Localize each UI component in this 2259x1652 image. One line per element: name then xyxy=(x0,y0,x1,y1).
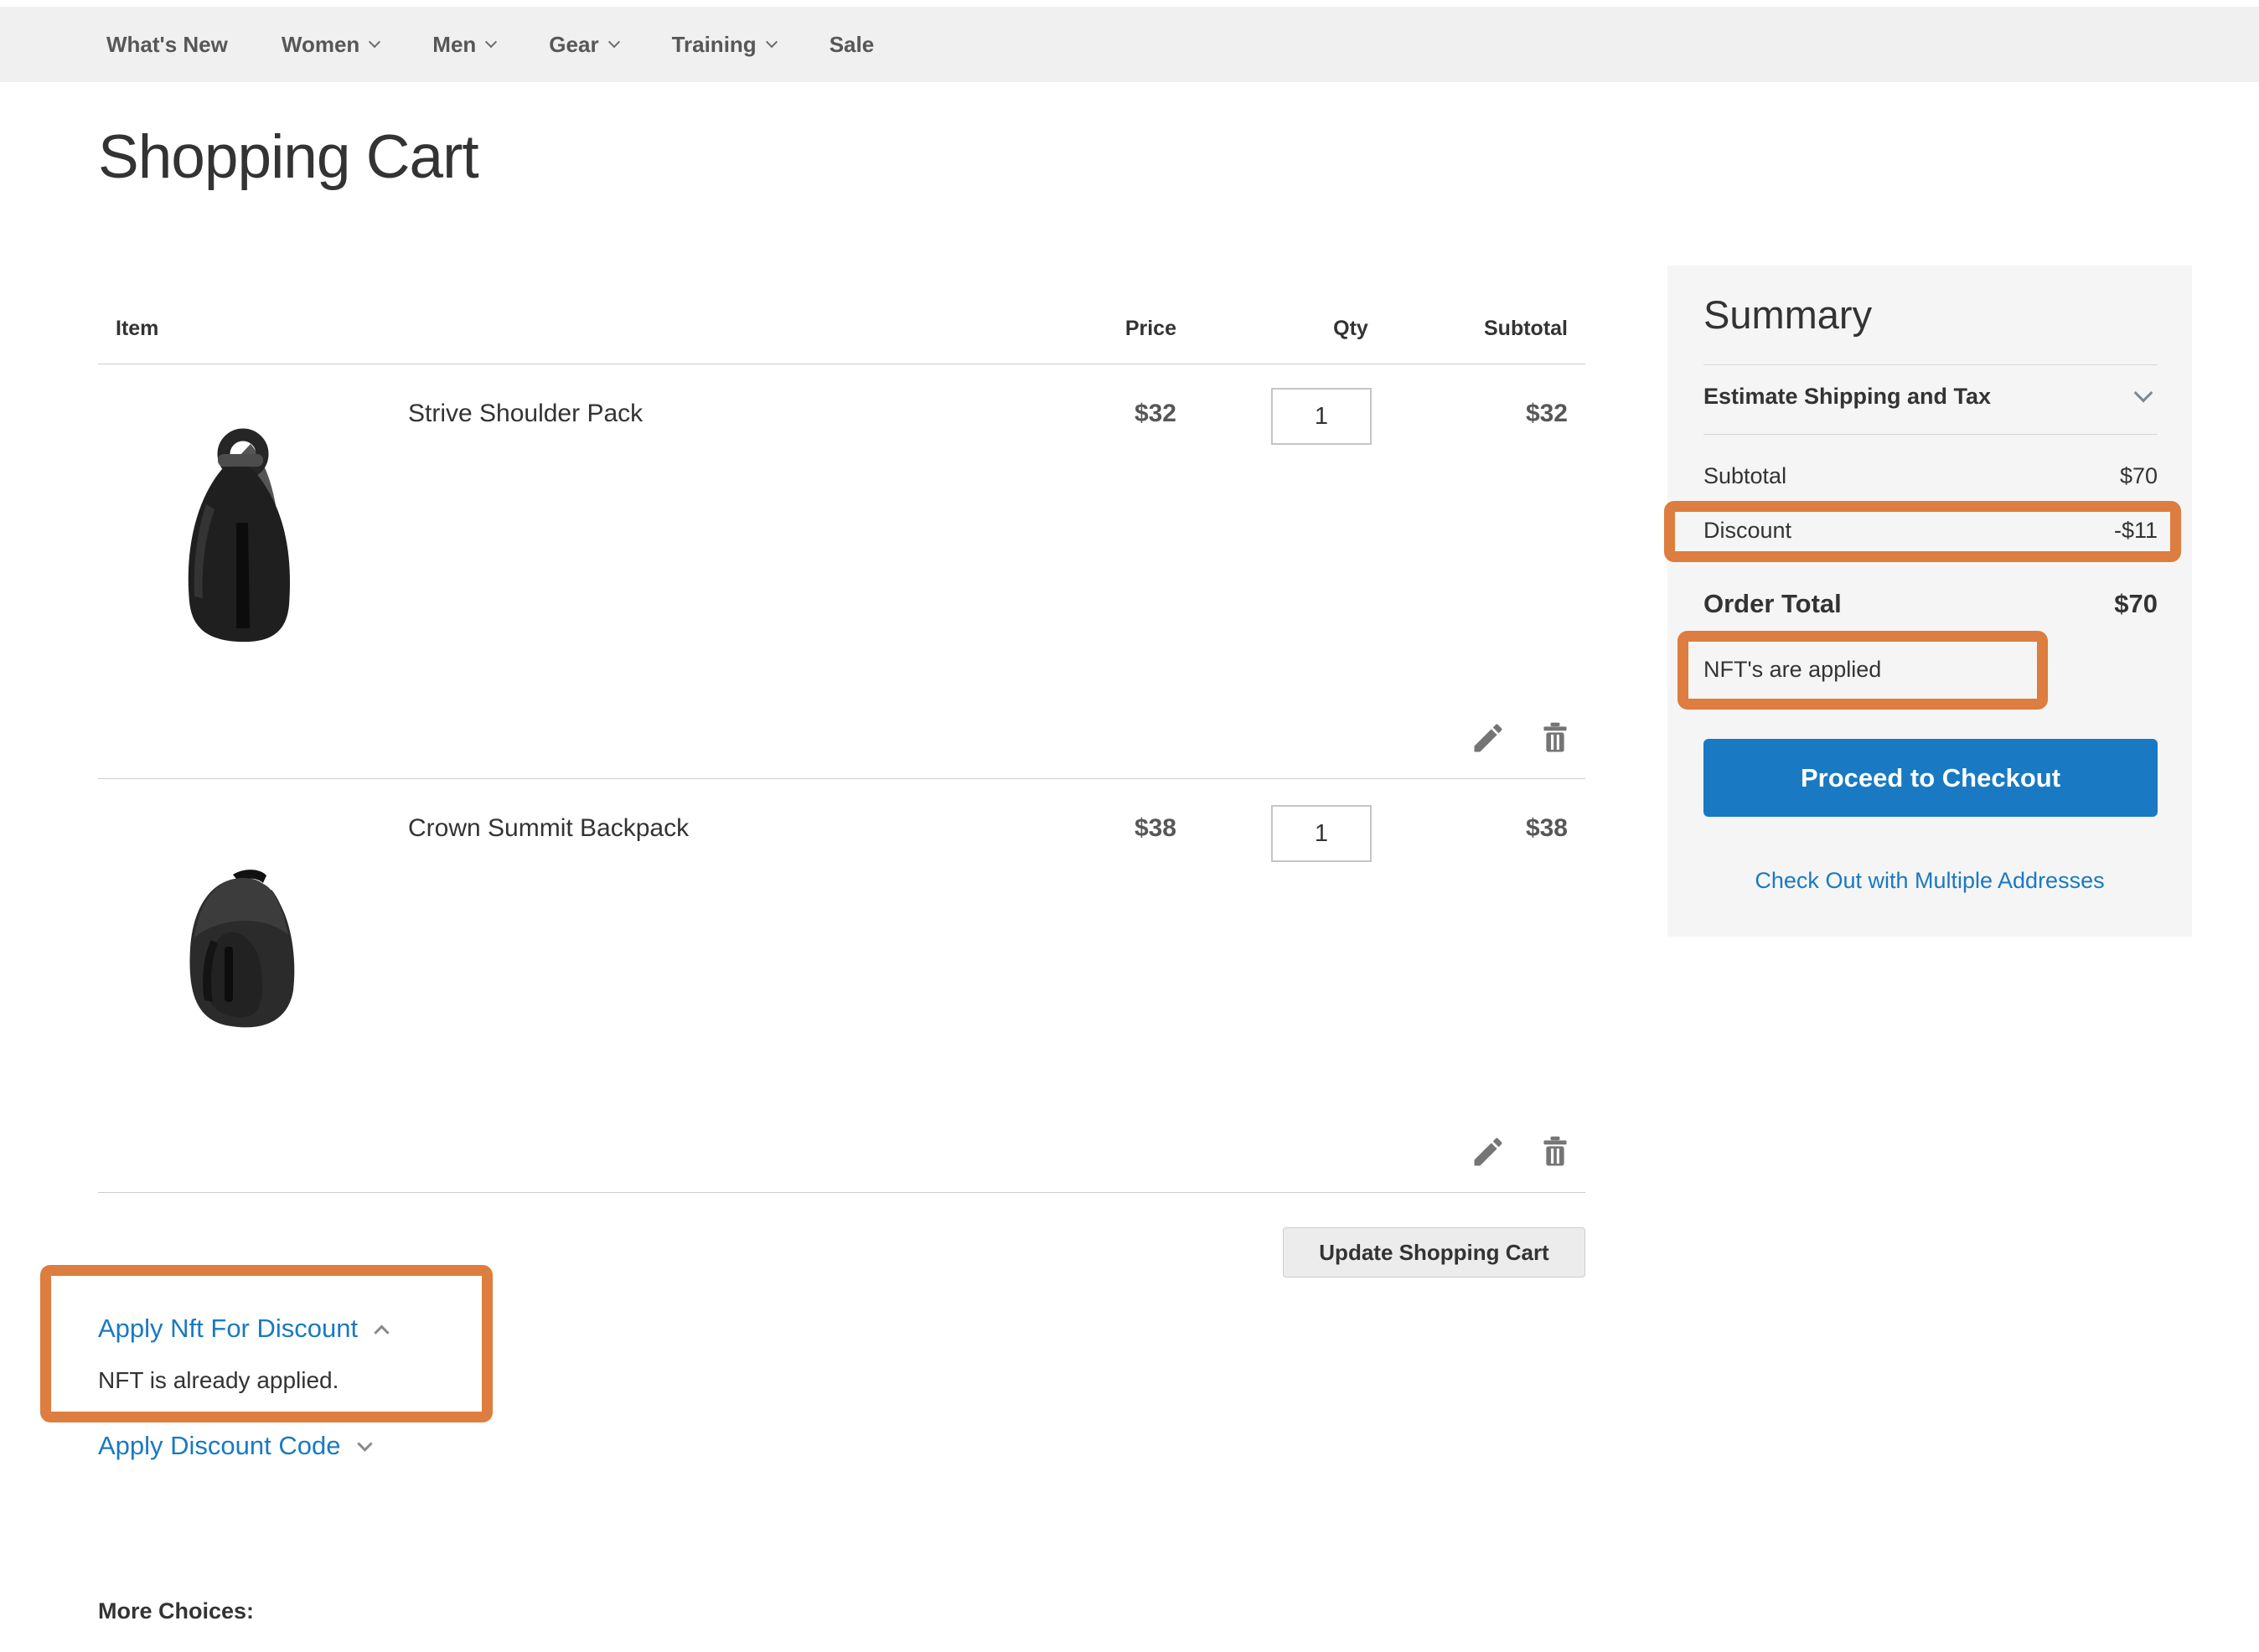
pencil-icon[interactable] xyxy=(1470,1133,1507,1170)
estimate-label: Estimate Shipping and Tax xyxy=(1703,384,1991,409)
apply-discount-label: Apply Discount Code xyxy=(98,1431,341,1461)
update-shopping-cart-button[interactable]: Update Shopping Cart xyxy=(1283,1227,1585,1278)
divider xyxy=(1703,364,2158,365)
discount-value: -$11 xyxy=(2114,518,2158,544)
nav-item-whats-new[interactable]: What's New xyxy=(106,32,228,58)
apply-discount-code-link[interactable]: Apply Discount Code xyxy=(98,1431,370,1461)
discount-label: Discount xyxy=(1703,518,1791,544)
trash-icon[interactable] xyxy=(1537,1133,1574,1170)
apply-nft-for-discount-link[interactable]: Apply Nft For Discount xyxy=(98,1314,387,1344)
divider xyxy=(1703,434,2158,435)
product-image-strive-shoulder-pack[interactable] xyxy=(173,421,312,647)
nav-item-training[interactable]: Training xyxy=(672,32,776,58)
subtotal-label: Subtotal xyxy=(1703,463,1786,489)
nav-label: Training xyxy=(672,32,757,58)
nav-item-women[interactable]: Women xyxy=(282,32,379,58)
proceed-to-checkout-button[interactable]: Proceed to Checkout xyxy=(1703,739,2158,817)
column-header-qty: Qty xyxy=(1300,317,1401,341)
trash-icon[interactable] xyxy=(1537,720,1574,756)
product-subtotal: $32 xyxy=(1526,400,1568,428)
multi-address-checkout-link[interactable]: Check Out with Multiple Addresses xyxy=(1667,868,2192,894)
estimate-shipping-and-tax-toggle[interactable]: Estimate Shipping and Tax xyxy=(1703,384,2158,410)
chevron-up-icon xyxy=(374,1324,389,1340)
product-price: $32 xyxy=(1135,400,1176,428)
multi-address-label: Check Out with Multiple Addresses xyxy=(1755,868,2104,893)
column-header-price: Price xyxy=(1125,317,1176,341)
cart-table: Item Price Qty Subtotal Strive Shoulder … xyxy=(98,308,1585,1193)
chevron-down-icon xyxy=(766,36,778,48)
more-choices-label: More Choices: xyxy=(98,1598,254,1624)
subtotal-row: Subtotal $70 xyxy=(1703,463,2158,489)
chevron-down-icon xyxy=(369,36,380,48)
shopping-cart-page: What's New Women Men Gear Training Sale … xyxy=(0,0,2259,1652)
nav-label: Women xyxy=(282,32,359,58)
chevron-down-icon xyxy=(2134,384,2153,403)
nav-label: Sale xyxy=(830,32,875,58)
product-name[interactable]: Strive Shoulder Pack xyxy=(408,400,643,428)
column-header-item: Item xyxy=(116,317,158,341)
apply-nft-label: Apply Nft For Discount xyxy=(98,1314,358,1344)
order-total-value: $70 xyxy=(2114,589,2158,619)
qty-input[interactable] xyxy=(1271,388,1372,445)
order-total-row: Order Total $70 xyxy=(1703,589,2158,619)
nav-item-sale[interactable]: Sale xyxy=(830,32,875,58)
row-actions xyxy=(1470,1133,1574,1170)
chevron-down-icon xyxy=(485,36,497,48)
nav-label: Gear xyxy=(549,32,598,58)
highlight-box-apply-nft-section xyxy=(40,1265,493,1422)
nft-applied-status: NFT is already applied. xyxy=(98,1367,339,1394)
chevron-down-icon xyxy=(357,1436,372,1451)
qty-input[interactable] xyxy=(1271,805,1372,862)
page-title: Shopping Cart xyxy=(98,122,478,192)
nav-label: What's New xyxy=(106,32,228,58)
nft-applied-note: NFT's are applied xyxy=(1703,657,1881,683)
product-price: $38 xyxy=(1135,814,1176,843)
subtotal-value: $70 xyxy=(2120,463,2158,489)
chevron-down-icon xyxy=(607,36,619,48)
nav-label: Men xyxy=(432,32,476,58)
discount-row: Discount -$11 xyxy=(1703,518,2158,544)
pencil-icon[interactable] xyxy=(1470,720,1507,756)
main-nav: What's New Women Men Gear Training Sale xyxy=(0,7,2259,82)
summary-panel: Summary Estimate Shipping and Tax Subtot… xyxy=(1667,266,2192,937)
summary-title: Summary xyxy=(1703,292,1872,338)
nav-item-men[interactable]: Men xyxy=(432,32,495,58)
product-image-crown-summit-backpack[interactable] xyxy=(178,866,306,1033)
cart-row-strive-shoulder-pack: Strive Shoulder Pack $32 $32 xyxy=(98,364,1585,779)
product-subtotal: $38 xyxy=(1526,814,1568,843)
cart-table-header: Item Price Qty Subtotal xyxy=(98,308,1585,364)
product-name[interactable]: Crown Summit Backpack xyxy=(408,814,689,843)
column-header-subtotal: Subtotal xyxy=(1484,317,1568,341)
order-total-label: Order Total xyxy=(1703,589,1842,619)
nav-item-gear[interactable]: Gear xyxy=(549,32,618,58)
cart-row-crown-summit-backpack: Crown Summit Backpack $38 $38 xyxy=(98,779,1585,1193)
row-actions xyxy=(1470,720,1574,756)
